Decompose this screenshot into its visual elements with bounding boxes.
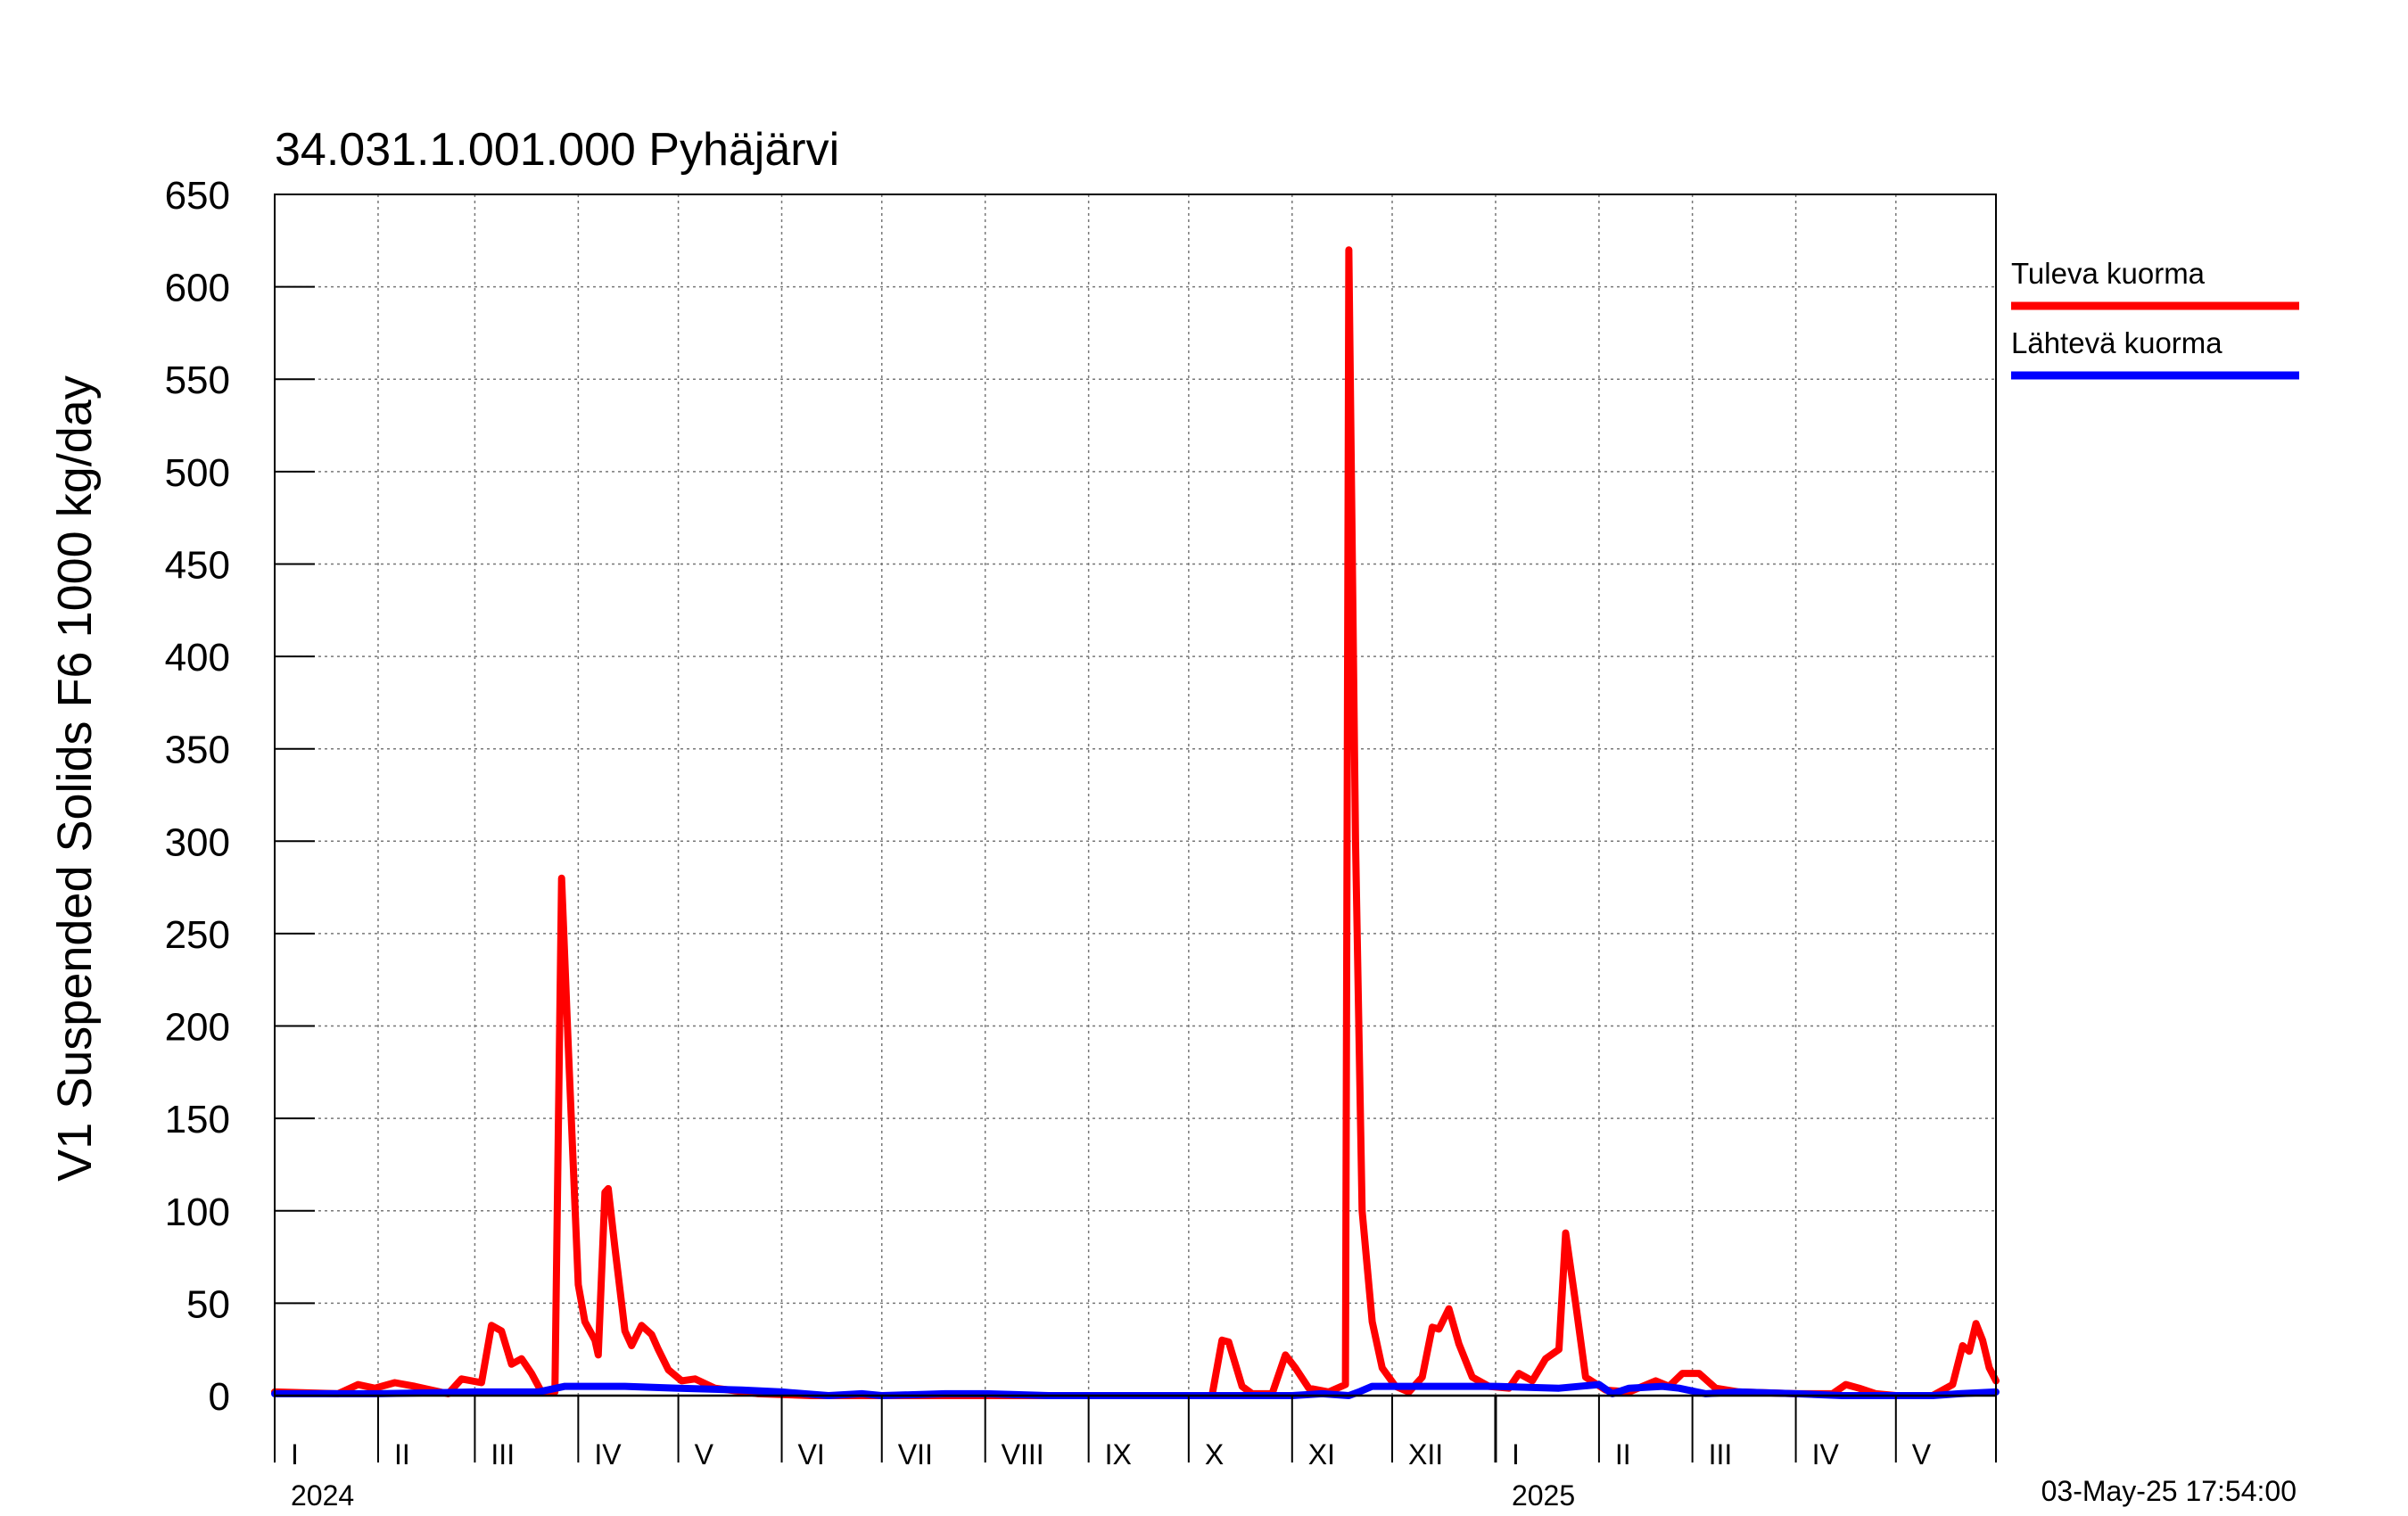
y-tick-label: 350 [165,729,230,772]
y-tick-label: 0 [209,1375,230,1419]
month-label: III [1709,1438,1733,1471]
y-tick-label: 550 [165,358,230,402]
y-tick-label: 650 [165,174,230,218]
y-tick-label: 300 [165,820,230,864]
y-tick-label: 450 [165,543,230,587]
month-label: XII [1408,1438,1443,1471]
y-tick-label: 400 [165,636,230,680]
legend-label-2: Lähtevä kuorma [2011,326,2222,359]
month-label: II [1615,1438,1631,1471]
timestamp: 03-May-25 17:54:00 [2041,1475,2297,1507]
month-label: V [1912,1438,1932,1471]
year-label: 2024 [291,1479,354,1512]
y-tick-label: 100 [165,1191,230,1234]
y-tick-label: 500 [165,451,230,495]
month-label: IV [594,1438,622,1471]
y-tick-label: 250 [165,913,230,957]
y-tick-label: 150 [165,1098,230,1141]
y-tick-label: 50 [186,1282,230,1326]
month-label: III [491,1438,515,1471]
month-label: II [394,1438,410,1471]
chart-background [0,0,2408,1516]
month-label: IV [1812,1438,1840,1471]
month-label: IX [1105,1438,1132,1471]
year-label: 2025 [1512,1479,1575,1512]
y-axis-label: V1 Suspended Solids F6 1000 kg/day [48,375,102,1182]
y-tick-label: 200 [165,1006,230,1050]
month-label: VI [798,1438,825,1471]
chart-title: 34.031.1.001.000 Pyhäjärvi [275,124,839,176]
chart: 050100150200250300350400450500550600650 … [0,0,2408,1516]
month-label: VIII [1002,1438,1044,1471]
month-label: I [291,1438,299,1471]
month-label: X [1205,1438,1224,1471]
legend-label-1: Tuleva kuorma [2011,257,2206,290]
month-label: XI [1308,1438,1335,1471]
y-tick-label: 600 [165,267,230,310]
month-label: VII [898,1438,933,1471]
month-label: V [695,1438,714,1471]
month-label: I [1512,1438,1520,1471]
